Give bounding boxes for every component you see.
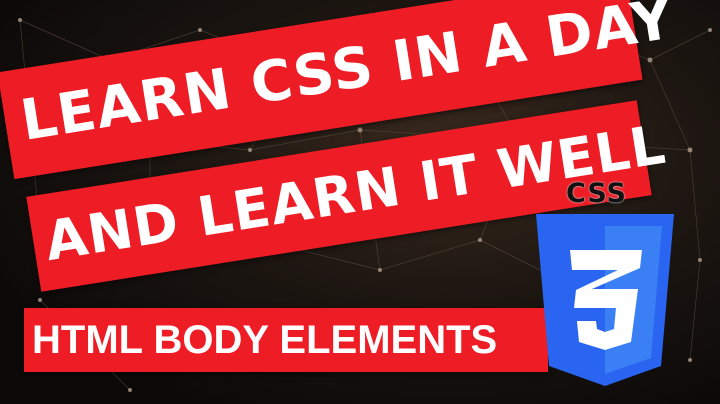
thumbnail-canvas: LEARN CSS IN A DAY AND LEARN IT WELL HTM… <box>0 0 720 404</box>
css3-shield-icon <box>536 214 674 386</box>
css-logo-text: CSS <box>566 178 627 209</box>
subtitle: HTML BODY ELEMENTS <box>32 318 498 362</box>
subtitle-banner: HTML BODY ELEMENTS <box>24 308 548 372</box>
